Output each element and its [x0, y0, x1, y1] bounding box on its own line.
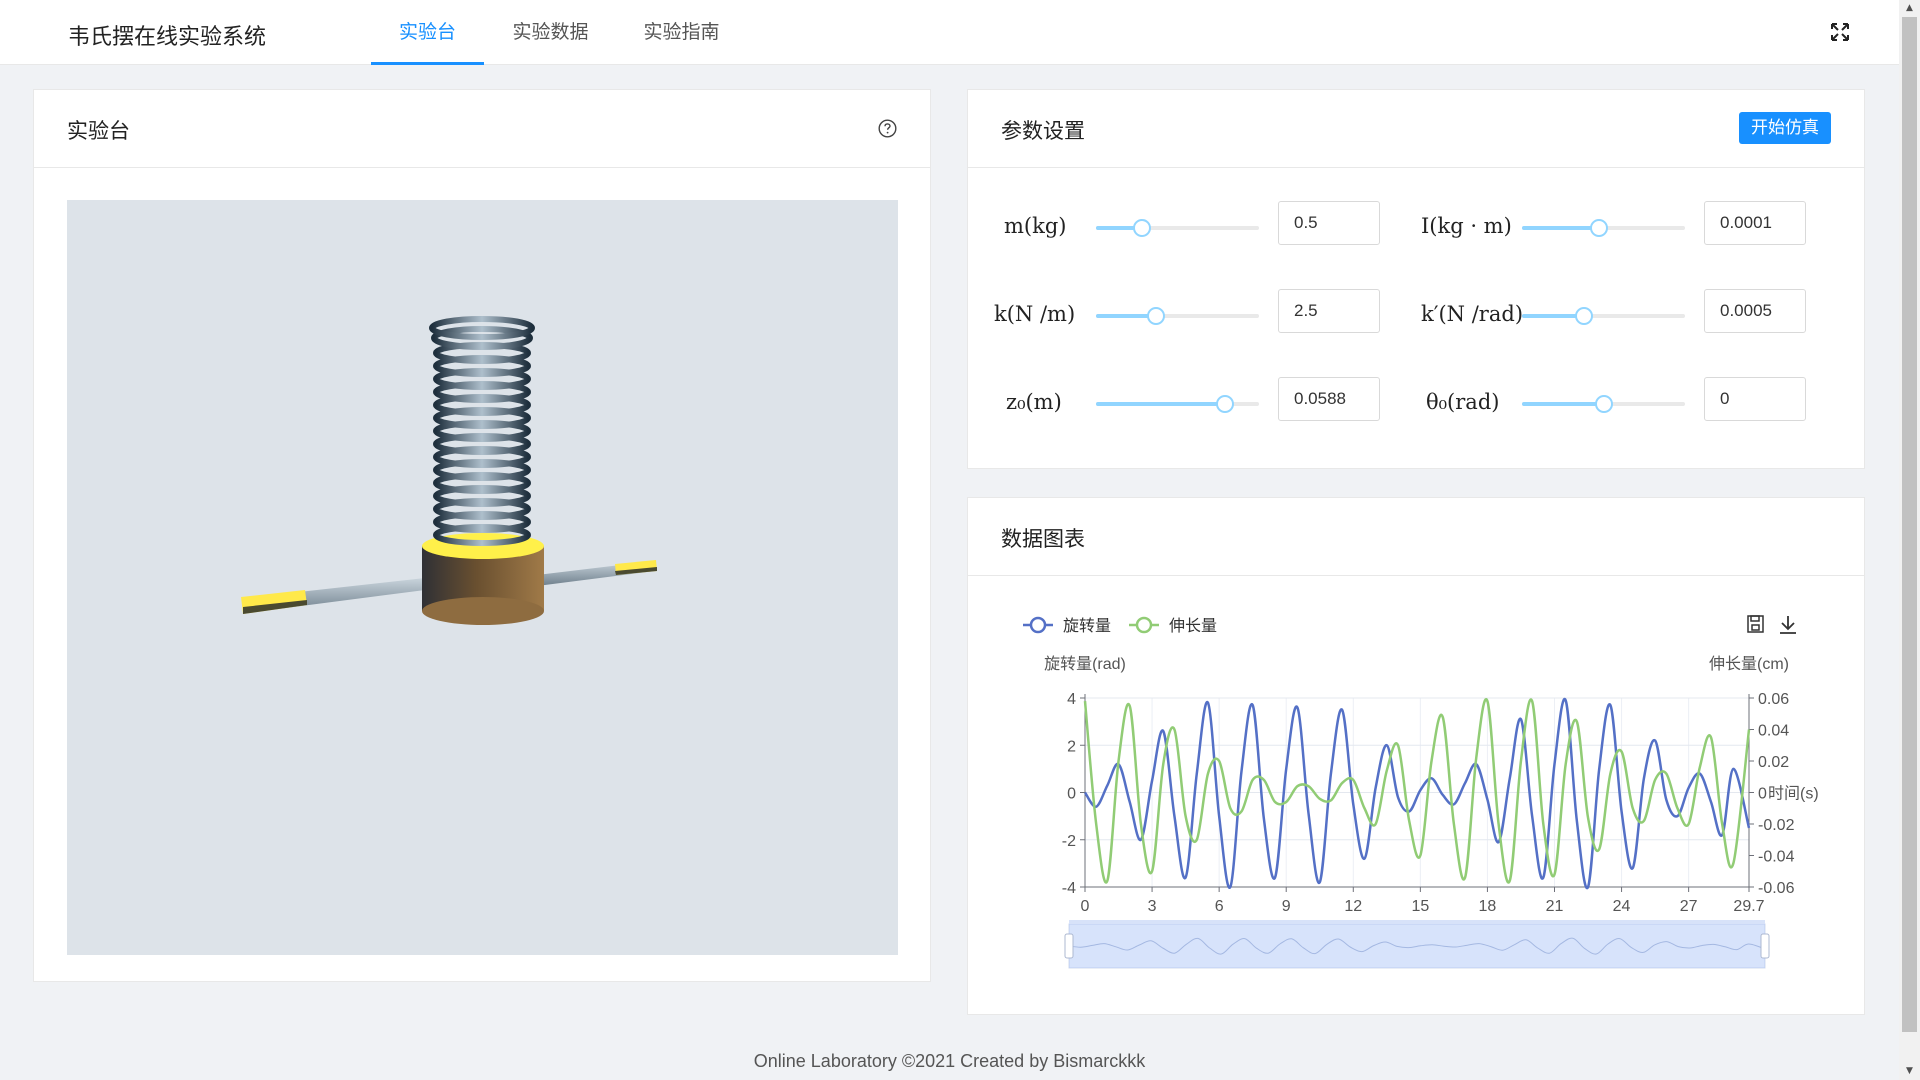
x-tick-label: 9 [1282, 898, 1291, 915]
bench-card-title: 实验台 [67, 119, 130, 143]
save-icon-slot [1750, 615, 1760, 622]
datazoom-bar [1069, 920, 1765, 924]
params-card-title: 参数设置 [1001, 119, 1085, 143]
right-tick-label: 0.06 [1758, 691, 1789, 708]
page-scrollbar[interactable]: ▲ ▼ [1899, 0, 1920, 1080]
inertia-input[interactable]: 0.0001 [1704, 201, 1806, 245]
z0-input[interactable]: 0.0588 [1278, 377, 1380, 421]
save-icon [1747, 615, 1764, 633]
slider-handle[interactable] [1589, 219, 1608, 237]
right-tick-label: -0.04 [1758, 849, 1795, 866]
tab-guide[interactable]: 实验指南 [625, 0, 738, 65]
torsion-k-slider[interactable] [1522, 307, 1685, 325]
theta0-input[interactable]: 0 [1704, 377, 1806, 421]
x-tick-label: 0 [1081, 898, 1090, 915]
tab-data[interactable]: 实验数据 [494, 0, 607, 65]
right-tick-label: -0.02 [1758, 817, 1795, 834]
legend-label: 旋转量 [1063, 617, 1111, 635]
pendulum-3d-scene[interactable] [67, 200, 898, 955]
fullscreen-icon[interactable] [1830, 22, 1850, 42]
top-header: 韦氏摆在线实验系统 实验台 实验数据 实验指南 [0, 0, 1899, 65]
legend-label: 伸长量 [1169, 617, 1217, 635]
bench-card-header: 实验台 [34, 90, 930, 168]
theta0-slider[interactable] [1522, 395, 1685, 413]
x-tick-label: 3 [1148, 898, 1157, 915]
datazoom-selected-range [1069, 924, 1765, 968]
inertia-slider[interactable] [1522, 219, 1685, 237]
spring-k-input[interactable]: 2.5 [1278, 289, 1380, 333]
rotation-series-line [1083, 697, 1751, 890]
slider-handle[interactable] [1215, 395, 1234, 413]
mass-slider[interactable] [1096, 219, 1259, 237]
datazoom-start-handle[interactable] [1064, 933, 1074, 959]
bench-card: 实验台 [33, 89, 931, 982]
download-icon [1780, 616, 1796, 634]
param-label-inertia: I(kg · m) [1421, 214, 1512, 238]
x-tick-label: 27 [1680, 898, 1698, 915]
app-title: 韦氏摆在线实验系统 [68, 25, 267, 50]
left-tick-label: 2 [1067, 738, 1076, 755]
save-icon-label [1751, 624, 1760, 631]
right-tick-label: 0.04 [1758, 723, 1789, 740]
elongation-series-line [1083, 697, 1751, 884]
download-icon-arrow [1780, 616, 1796, 634]
param-label-z0: z₀(m) [1006, 390, 1062, 414]
slider-handle[interactable] [1132, 219, 1151, 237]
chart-card: 数据图表 旋转量 伸长量 旋转量(rad) 伸长量(cm) 4 2 0 -2 -4 0.06 0.0… [967, 497, 1865, 1015]
legend-marker [1135, 616, 1153, 634]
pendulum-model [241, 316, 657, 625]
footer: Online Laboratory ©2021 Created by Bisma… [753, 1051, 1146, 1071]
x-tick-label: 18 [1479, 898, 1497, 915]
oscillation-chart[interactable]: 旋转量 伸长量旋转量(rad) 伸长量(cm) 4 2 0 -2 -4 0.06 0.04 0.02… [968, 498, 1866, 1016]
param-label-spring-k: k(N /m) [994, 302, 1076, 326]
x-axis-name: 时间(s) [1768, 785, 1819, 803]
spring-k-slider[interactable] [1096, 307, 1259, 325]
slider-track [1096, 402, 1225, 406]
left-tick-label: 4 [1067, 691, 1076, 708]
slider-handle[interactable] [1574, 307, 1593, 325]
x-tick-label: 21 [1546, 898, 1564, 915]
scroll-thumb[interactable] [1902, 17, 1917, 1032]
param-label-theta0: θ₀(rad) [1426, 390, 1500, 414]
tab-bench[interactable]: 实验台 [371, 0, 484, 65]
slider-handle[interactable] [1147, 307, 1166, 325]
left-tick-label: -4 [1062, 880, 1076, 897]
params-card: 参数设置 开始仿真 m(kg) 0.5 I(kg · m) 0.0001 k(N… [967, 89, 1865, 469]
slider-handle[interactable] [1594, 395, 1613, 413]
x-tick-label: 15 [1411, 898, 1429, 915]
torsion-k-input[interactable]: 0.0005 [1704, 289, 1806, 333]
left-axis-name: 旋转量(rad) [1044, 655, 1126, 673]
scroll-down-arrow-icon[interactable]: ▼ [1899, 1063, 1920, 1080]
datazoom-end-handle[interactable] [1760, 933, 1770, 959]
slider-track [1522, 402, 1604, 406]
x-tick-label: 6 [1215, 898, 1224, 915]
right-axis-name: 伸长量(cm) [1709, 655, 1789, 673]
slider-track [1522, 226, 1599, 230]
param-label-mass: m(kg) [1004, 214, 1067, 238]
mass-input[interactable]: 0.5 [1278, 201, 1380, 245]
scroll-up-arrow-icon[interactable]: ▲ [1899, 0, 1920, 17]
params-card-header: 参数设置 开始仿真 [968, 90, 1864, 168]
z0-slider[interactable] [1096, 395, 1259, 413]
x-tick-label: 24 [1613, 898, 1631, 915]
right-tick-label: 0 [1758, 786, 1767, 803]
legend-marker [1029, 616, 1047, 634]
right-tick-label: 0.02 [1758, 754, 1789, 771]
right-tick-label: -0.06 [1758, 880, 1795, 897]
left-tick-label: -2 [1062, 833, 1076, 850]
x-tick-label: 12 [1344, 898, 1362, 915]
question-circle-icon[interactable] [878, 119, 897, 138]
param-label-torsion-k: k′(N /rad) [1421, 302, 1524, 326]
left-tick-label: 0 [1067, 786, 1076, 803]
x-tick-label: 29.7 [1733, 898, 1764, 915]
start-simulation-button[interactable]: 开始仿真 [1739, 112, 1831, 144]
